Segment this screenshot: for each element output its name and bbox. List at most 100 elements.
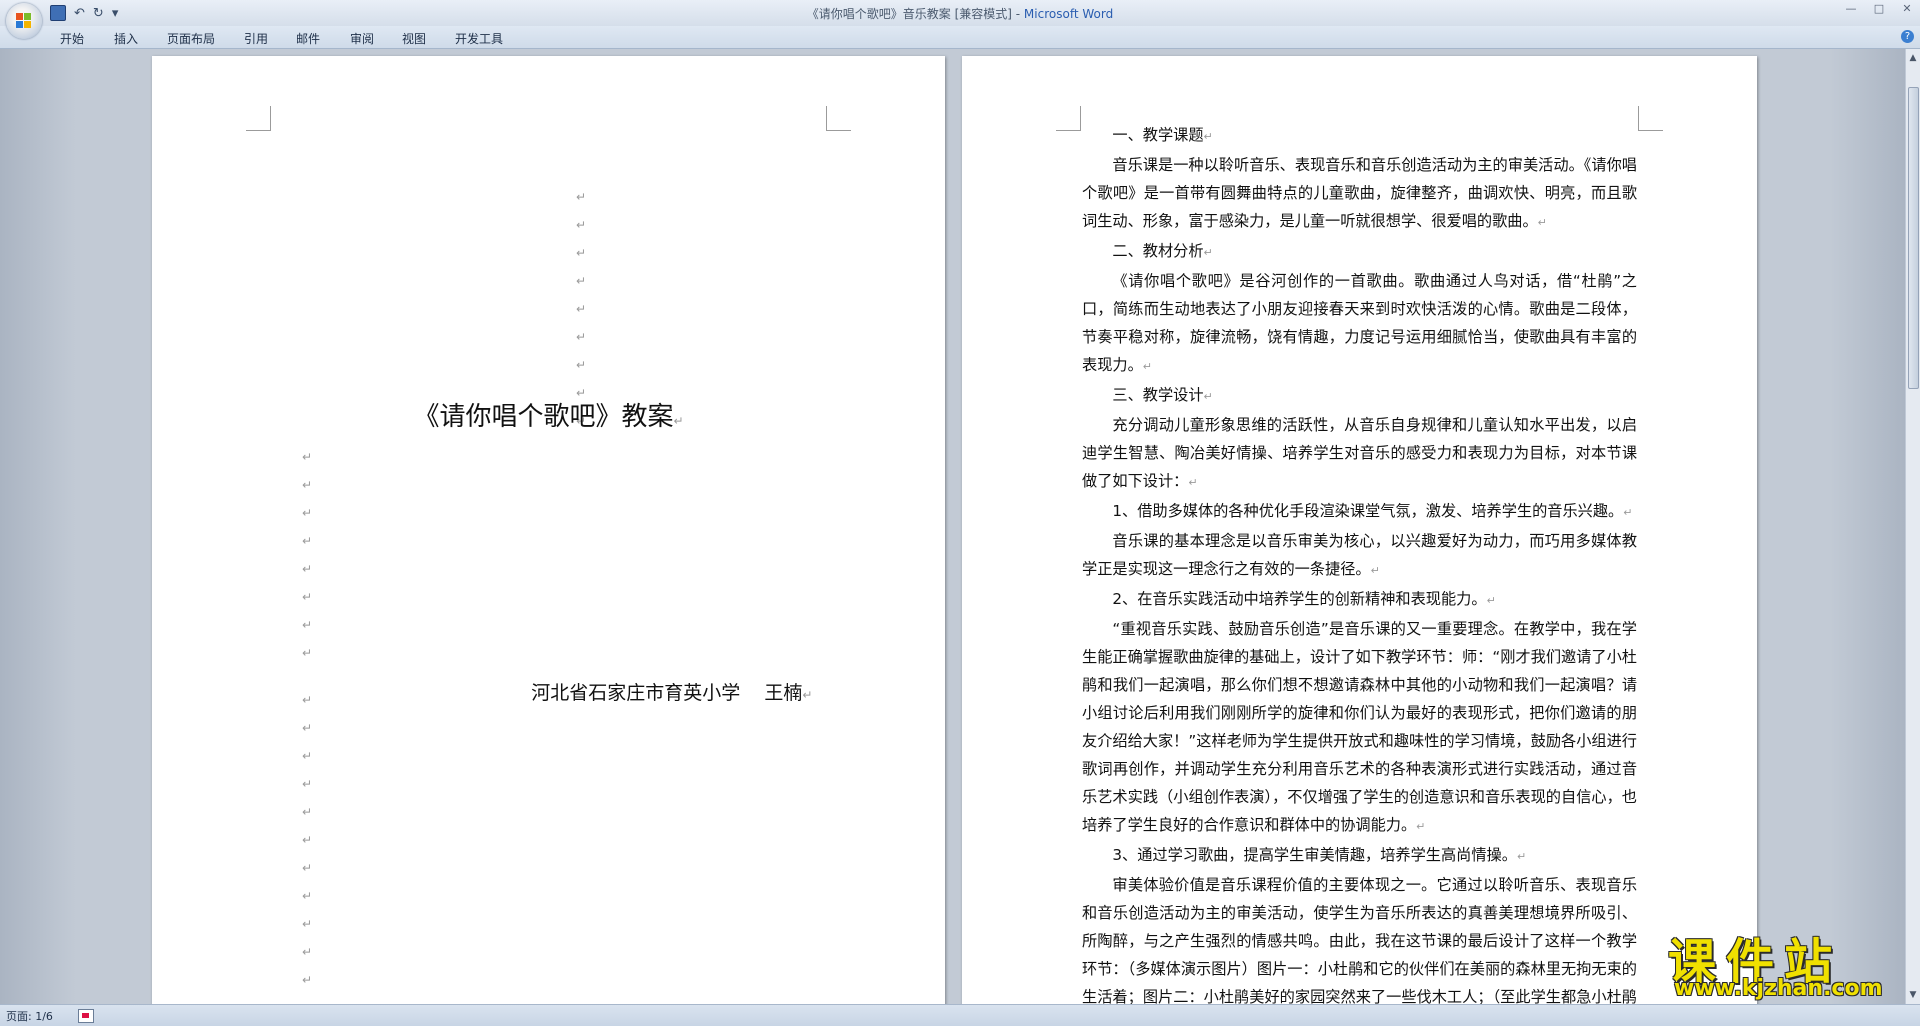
paragraph-mark: ↵ [302, 749, 313, 763]
paragraph-text: 《请你唱个歌吧》是谷河创作的一首歌曲。歌曲通过人鸟对话，借“杜鹃”之口，简练而生… [1082, 272, 1637, 374]
minimize-button[interactable]: — [1844, 3, 1858, 15]
paragraph-mark: ↵ [302, 693, 313, 707]
paragraph-text: 三、教学设计 [1112, 386, 1204, 404]
paragraph-mark: ↵ [576, 330, 587, 344]
paragraph-mark: ↵ [1142, 360, 1152, 373]
paragraph-mark: ↵ [302, 889, 313, 903]
tab-view[interactable]: 视图 [402, 30, 426, 47]
paragraph-mark: ↵ [1203, 130, 1213, 143]
scroll-up-button[interactable]: ▲ [1907, 51, 1919, 65]
paragraph-text: 充分调动儿童形象思维的活跃性，从音乐自身规律和儿童认知水平出发，以启迪学生智慧、… [1082, 416, 1637, 490]
document-title-text: 《请你唱个歌吧》教案 [413, 402, 674, 432]
paragraph[interactable]: 1、借助多媒体的各种优化手段渲染课堂气氛，激发、培养学生的音乐兴趣。↵ [1082, 497, 1637, 527]
paragraph-text: “重视音乐实践、鼓励音乐创造”是音乐课的又一重要理念。在教学中，我在学生能正确掌… [1082, 620, 1637, 834]
paragraph[interactable]: 二、教材分析↵ [1082, 237, 1637, 267]
paragraph-mark: ↵ [302, 945, 313, 959]
margin-corner-top-right [826, 106, 851, 131]
paragraph-mark: ↵ [302, 506, 313, 520]
page-2-body[interactable]: 一、教学课题↵ 音乐课是一种以聆听音乐、表现音乐和音乐创造活动为主的审美活动。《请… [1082, 121, 1637, 1004]
status-bar: 页面: 1/6 [0, 1004, 1920, 1026]
paragraph-mark: ↵ [1370, 564, 1380, 577]
paragraph-text: 一、教学课题 [1112, 126, 1204, 144]
paragraph-mark: ↵ [1203, 246, 1213, 259]
paragraph-mark: ↵ [576, 246, 587, 260]
paragraph-mark: ↵ [576, 190, 587, 204]
paragraph-mark: ↵ [1486, 594, 1496, 607]
margin-corner-top-left [246, 106, 271, 131]
paragraph-mark: ↵ [1516, 850, 1527, 863]
paragraph-text: 二、教材分析 [1112, 242, 1204, 260]
app-name: Microsoft Word [1023, 7, 1114, 21]
paragraph-mark: ↵ [673, 414, 684, 428]
page-count-status[interactable]: 页面: 1/6 [6, 1008, 53, 1024]
paragraph-mark: ↵ [302, 562, 313, 576]
paragraph-text: 2、在音乐实践活动中培养学生的创新精神和表现能力。 [1112, 590, 1487, 608]
page-1[interactable]: ↵ ↵ ↵ ↵ ↵ ↵ ↵ ↵ ↵ 《请你唱个歌吧》教案↵ ↵ ↵ ↵ ↵ ↵ ↵ ↵ ↵ 河北省石家庄市育英… [152, 56, 945, 1004]
author-text: 河北省石家庄市育英小学 王楠 [531, 682, 803, 704]
paragraph-mark: ↵ [302, 973, 313, 987]
office-logo-icon [16, 13, 32, 29]
proofing-status-icon[interactable] [78, 1009, 94, 1023]
paragraph-mark: ↵ [576, 218, 587, 232]
paragraph[interactable]: 音乐课的基本理念是以音乐审美为核心，以兴趣爱好为动力，而巧用多媒体教学正是实现这… [1082, 527, 1637, 585]
paragraph[interactable]: 三、教学设计↵ [1082, 381, 1637, 411]
paragraph-mark: ↵ [302, 721, 313, 735]
maximize-button[interactable]: □ [1872, 3, 1886, 15]
paragraph-mark: ↵ [302, 618, 313, 632]
paragraph-mark: ↵ [576, 358, 587, 372]
paragraph-text: 审美体验价值是音乐课程价值的主要体现之一。它通过以聆听音乐、表现音乐和音乐创造活… [1082, 876, 1637, 1004]
margin-corner-top-left [1056, 106, 1081, 131]
margin-corner-top-right [1638, 106, 1663, 131]
paragraph[interactable]: 一、教学课题↵ [1082, 121, 1637, 151]
window-controls: — □ ✕ [1844, 3, 1914, 15]
paragraph-mark: ↵ [1203, 390, 1213, 403]
paragraph[interactable]: 充分调动儿童形象思维的活跃性，从音乐自身规律和儿童认知水平出发，以启迪学生智慧、… [1082, 411, 1637, 497]
paragraph-mark: ↵ [302, 646, 313, 660]
ribbon-tabs: 开始 插入 页面布局 引用 邮件 审阅 视图 开发工具 ? [0, 26, 1920, 49]
paragraph-mark: ↵ [1623, 506, 1633, 519]
author-line[interactable]: 河北省石家庄市育英小学 王楠↵ [495, 656, 812, 727]
paragraph-mark: ↵ [1416, 820, 1426, 833]
paragraph[interactable]: “重视音乐实践、鼓励音乐创造”是音乐课的又一重要理念。在教学中，我在学生能正确掌… [1082, 615, 1637, 841]
paragraph-mark: ↵ [1188, 476, 1198, 489]
tab-insert[interactable]: 插入 [114, 30, 138, 47]
paragraph-mark: ↵ [302, 590, 313, 604]
tab-references[interactable]: 引用 [244, 30, 268, 47]
tab-home[interactable]: 开始 [60, 30, 84, 47]
paragraph[interactable]: 《请你唱个歌吧》是谷河创作的一首歌曲。歌曲通过人鸟对话，借“杜鹃”之口，简练而生… [1082, 267, 1637, 381]
close-button[interactable]: ✕ [1900, 3, 1914, 15]
scroll-down-button[interactable]: ▼ [1907, 988, 1919, 1002]
paragraph-mark: ↵ [302, 777, 313, 791]
document-title[interactable]: 《请你唱个歌吧》教案↵ [152, 396, 945, 433]
paragraph-text: 音乐课的基本理念是以音乐审美为核心，以兴趣爱好为动力，而巧用多媒体教学正是实现这… [1082, 532, 1637, 578]
paragraph[interactable]: 2、在音乐实践活动中培养学生的创新精神和表现能力。↵ [1082, 585, 1637, 615]
scroll-thumb[interactable] [1908, 87, 1919, 389]
document-name: 《请你唱个歌吧》音乐教案 [兼容模式] - [806, 7, 1024, 21]
office-button[interactable] [6, 3, 42, 39]
paragraph-text: 3、通过学习歌曲，提高学生审美情趣，培养学生高尚情操。 [1112, 846, 1517, 864]
help-icon[interactable]: ? [1901, 30, 1914, 43]
paragraph-mark: ↵ [576, 302, 587, 316]
paragraph[interactable]: 3、通过学习歌曲，提高学生审美情趣，培养学生高尚情操。↵ [1082, 841, 1637, 871]
tab-developer[interactable]: 开发工具 [455, 30, 503, 47]
page-2[interactable]: 一、教学课题↵ 音乐课是一种以聆听音乐、表现音乐和音乐创造活动为主的审美活动。《请… [962, 56, 1757, 1004]
paragraph-mark: ↵ [802, 688, 813, 702]
window-title: 《请你唱个歌吧》音乐教案 [兼容模式] - Microsoft Word [0, 5, 1920, 22]
paragraph-text: 音乐课是一种以聆听音乐、表现音乐和音乐创造活动为主的审美活动。《请你唱个歌吧》是… [1082, 156, 1637, 230]
title-bar: ↶ ↻ ▾ 《请你唱个歌吧》音乐教案 [兼容模式] - Microsoft Wo… [0, 0, 1920, 39]
paragraph[interactable]: 音乐课是一种以聆听音乐、表现音乐和音乐创造活动为主的审美活动。《请你唱个歌吧》是… [1082, 151, 1637, 237]
paragraph-text: 1、借助多媒体的各种优化手段渲染课堂气氛，激发、培养学生的音乐兴趣。 [1112, 502, 1624, 520]
tab-review[interactable]: 审阅 [350, 30, 374, 47]
tab-mailings[interactable]: 邮件 [296, 30, 320, 47]
paragraph-mark: ↵ [302, 805, 313, 819]
watermark-url: www.kjzhan.com [1674, 976, 1883, 1001]
paragraph-mark: ↵ [302, 917, 313, 931]
paragraph-mark: ↵ [302, 478, 313, 492]
site-watermark: 课件站 www.kjzhan.com [1668, 922, 1904, 1002]
paragraph-mark: ↵ [302, 861, 313, 875]
vertical-scrollbar[interactable]: ▲ ▼ [1905, 49, 1920, 1004]
document-area: ↵ ↵ ↵ ↵ ↵ ↵ ↵ ↵ ↵ 《请你唱个歌吧》教案↵ ↵ ↵ ↵ ↵ ↵ ↵ ↵ ↵ 河北省石家庄市育英… [0, 49, 1906, 1004]
paragraph-mark: ↵ [302, 450, 313, 464]
paragraph[interactable]: 审美体验价值是音乐课程价值的主要体现之一。它通过以聆听音乐、表现音乐和音乐创造活… [1082, 871, 1637, 1004]
tab-page-layout[interactable]: 页面布局 [167, 30, 215, 47]
